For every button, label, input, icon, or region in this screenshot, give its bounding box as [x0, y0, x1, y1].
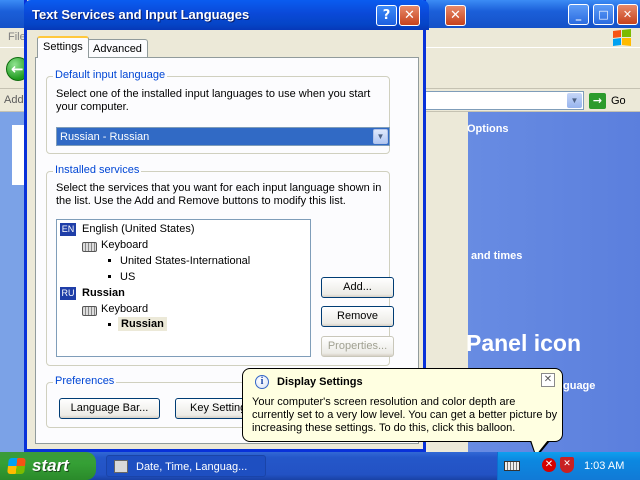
- balloon-title: Display Settings: [277, 376, 363, 388]
- clock[interactable]: 1:03 AM: [584, 460, 624, 472]
- selected-language: Russian - Russian: [60, 131, 150, 143]
- services-tree[interactable]: EN English (United States) Keyboard Unit…: [56, 219, 311, 357]
- balloon-text[interactable]: Your computer's screen resolution and co…: [252, 396, 558, 435]
- go-arrow-icon: →: [589, 93, 606, 109]
- windows-logo-icon: [7, 458, 26, 474]
- language-link[interactable]: guage: [563, 380, 595, 392]
- keyboard-icon: [82, 306, 97, 316]
- installed-services-description: Select the services that you want for ea…: [56, 182, 382, 207]
- chevron-down-icon[interactable]: ▼: [373, 129, 388, 144]
- close-icon[interactable]: ✕: [399, 5, 420, 26]
- tree-category-keyboard[interactable]: Keyboard: [101, 302, 148, 316]
- go-button[interactable]: → Go: [589, 92, 639, 110]
- properties-button[interactable]: Properties...: [321, 336, 394, 357]
- shield-icon[interactable]: ✕: [560, 457, 574, 473]
- keyboard-icon: [82, 242, 97, 252]
- go-label: Go: [611, 95, 626, 107]
- bullet-icon: [108, 259, 111, 262]
- help-icon[interactable]: ?: [376, 5, 397, 26]
- add-button[interactable]: Add...: [321, 277, 394, 298]
- taskbar-item-label: Date, Time, Languag...: [136, 461, 248, 473]
- task-pane-box: [12, 125, 24, 185]
- dialog-title: Text Services and Input Languages: [32, 7, 250, 22]
- start-label: start: [32, 456, 69, 475]
- tab-advanced[interactable]: Advanced: [87, 39, 148, 59]
- control-panel-heading: Panel icon: [466, 330, 582, 356]
- address-input[interactable]: ▼: [420, 91, 584, 110]
- tree-layout[interactable]: United States-International: [120, 254, 250, 268]
- group-title: Installed services: [53, 164, 142, 176]
- taskbar: start Date, Time, Languag... ✕ ✕ 1:03 AM: [0, 452, 640, 480]
- keyboard-icon[interactable]: [504, 461, 520, 471]
- bullet-icon: [108, 323, 111, 326]
- date-and-times-link[interactable]: and times: [471, 250, 522, 262]
- close-icon[interactable]: ✕: [617, 4, 638, 25]
- options-link[interactable]: Options: [467, 123, 509, 135]
- display-settings-balloon[interactable]: i Display Settings ✕ Your computer's scr…: [242, 368, 563, 442]
- start-button[interactable]: start: [0, 452, 96, 480]
- language-bar-button[interactable]: Language Bar...: [59, 398, 160, 419]
- maximize-icon[interactable]: □: [593, 4, 614, 25]
- default-language-select[interactable]: Russian - Russian ▼: [56, 127, 390, 146]
- minimize-icon[interactable]: _: [568, 4, 589, 25]
- tree-layout[interactable]: US: [120, 270, 135, 284]
- bullet-icon: [108, 275, 111, 278]
- dialog-titlebar[interactable]: Text Services and Input Languages ? ✕ ✕: [24, 0, 466, 30]
- language-badge: RU: [60, 287, 76, 300]
- default-input-description: Select one of the installed input langua…: [56, 88, 371, 113]
- tree-language-russian[interactable]: Russian: [82, 286, 125, 300]
- tab-settings[interactable]: Settings: [37, 36, 89, 58]
- taskbar-item[interactable]: Date, Time, Languag...: [106, 455, 266, 477]
- group-title: Preferences: [53, 375, 117, 387]
- remove-button[interactable]: Remove: [321, 306, 394, 327]
- close-icon[interactable]: ✕: [541, 373, 555, 387]
- installed-services-group: Installed services Select the services t…: [46, 164, 394, 366]
- tree-language-english[interactable]: English (United States): [82, 222, 195, 236]
- info-icon: i: [255, 375, 269, 389]
- system-tray: ✕ ✕ 1:03 AM: [497, 452, 640, 480]
- group-title: Default input language: [53, 69, 168, 81]
- close-icon[interactable]: ✕: [445, 5, 466, 26]
- windows-logo-icon: [610, 28, 634, 48]
- default-input-language-group: Default input language Select one of the…: [46, 69, 390, 154]
- tree-category-keyboard[interactable]: Keyboard: [101, 238, 148, 252]
- language-badge: EN: [60, 223, 76, 236]
- tree-layout-selected[interactable]: Russian: [118, 317, 167, 331]
- alert-icon[interactable]: ✕: [542, 458, 556, 472]
- date-time-icon: [114, 460, 128, 473]
- chevron-down-icon[interactable]: ▼: [567, 93, 582, 108]
